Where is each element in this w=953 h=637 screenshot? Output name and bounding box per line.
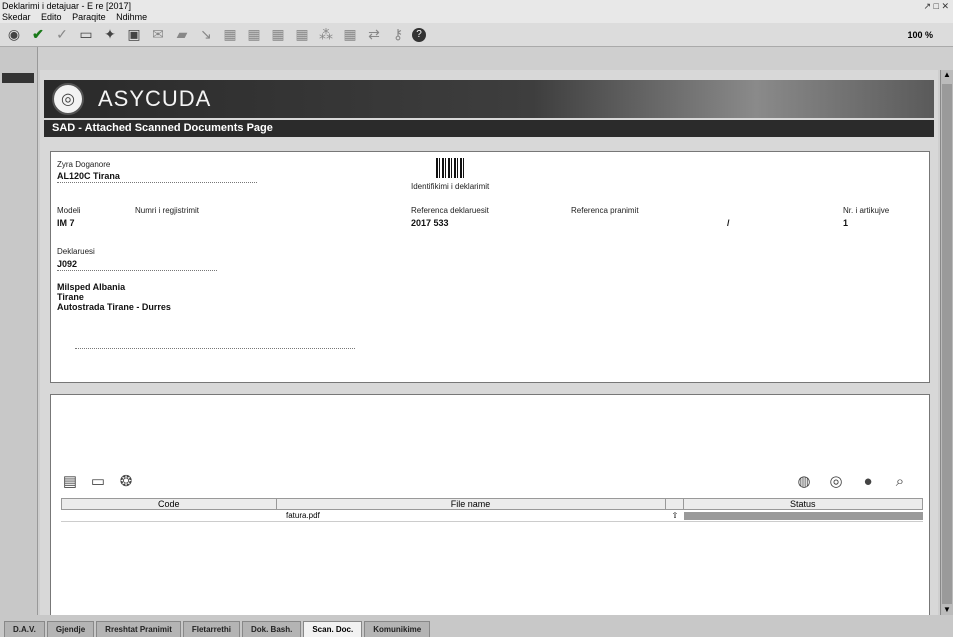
- panel-marker: [2, 73, 34, 83]
- help-icon[interactable]: ?: [412, 27, 426, 42]
- verify-icon[interactable]: ✓: [52, 26, 72, 44]
- declarant-city: Tirane: [57, 292, 84, 302]
- scanned-documents-panel: ▤ ▭ ❂ ◍ ◎ ● ⌕ Code File name Status fatu…: [50, 394, 930, 615]
- grid5-icon[interactable]: ▦: [340, 26, 360, 44]
- items-count-value[interactable]: 1: [843, 218, 848, 228]
- declarant-ref-value[interactable]: 2017 533: [411, 218, 449, 228]
- tab-komunikime[interactable]: Komunikime: [364, 621, 431, 637]
- tab-fletarrethi[interactable]: Fletarrethi: [182, 621, 240, 637]
- new-document-icon[interactable]: ▤: [61, 472, 79, 490]
- open-folder-icon[interactable]: ▭: [89, 472, 107, 490]
- col-attach: [666, 499, 684, 509]
- tab-rreshtat[interactable]: Rreshtat Pranimit: [96, 621, 181, 637]
- un-logo-icon: ◎: [52, 83, 84, 115]
- tab-gjendje[interactable]: Gjendje: [46, 621, 95, 637]
- window-titlebar: Deklarimi i detajuar - E re [2017] ↗ □ ✕: [0, 0, 953, 12]
- office-underline: [57, 182, 257, 183]
- record-icon[interactable]: ●: [859, 473, 877, 490]
- mail-icon[interactable]: ✉: [148, 26, 168, 44]
- declarant-underline: [57, 270, 217, 271]
- network-icon[interactable]: ⁂: [316, 26, 336, 44]
- address-underline: [75, 348, 355, 349]
- declarant-address: Autostrada Tirane - Durres: [57, 302, 171, 312]
- barcode-icon: [436, 158, 464, 178]
- scroll-thumb[interactable]: [942, 84, 952, 604]
- menu-help[interactable]: Ndihme: [116, 12, 147, 22]
- menu-bar: Skedar Edito Paraqite Ndihme: [0, 12, 953, 23]
- declarant-code[interactable]: J092: [57, 259, 77, 269]
- cell-file-name: fatura.pdf: [286, 511, 320, 520]
- zoom-level[interactable]: 100 %: [907, 30, 933, 40]
- grid3-icon[interactable]: ▦: [268, 26, 288, 44]
- tab-scan-doc[interactable]: Scan. Doc.: [303, 621, 363, 637]
- col-code[interactable]: Code: [62, 499, 277, 509]
- form-area: ◎ ASYCUDA SAD - Attached Scanned Documen…: [40, 70, 938, 615]
- window-controls[interactable]: ↗ □ ✕: [923, 0, 953, 12]
- table-header: Code File name Status: [61, 498, 923, 510]
- check-icon[interactable]: ✔: [28, 26, 48, 44]
- col-file-name[interactable]: File name: [277, 499, 666, 509]
- grid4-icon[interactable]: ▦: [292, 26, 312, 44]
- cell-status: [684, 510, 923, 521]
- left-panel: [0, 47, 38, 615]
- eye-icon[interactable]: ◉: [4, 26, 24, 44]
- documents-toolbar: ▤ ▭ ❂ ◍ ◎ ● ⌕: [61, 469, 923, 493]
- office-label: Zyra Doganore: [57, 160, 111, 169]
- page-tabs: D.A.V. Gjendje Rreshtat Pranimit Fletarr…: [0, 615, 953, 637]
- declarant-ref-label: Referenca deklaruesit: [411, 206, 489, 215]
- tools-icon[interactable]: ✦: [100, 26, 120, 44]
- grid-icon[interactable]: ▦: [220, 26, 240, 44]
- model-value[interactable]: IM 7: [57, 218, 75, 228]
- settings-icon[interactable]: ◎: [827, 472, 845, 490]
- scroll-down-icon[interactable]: ▼: [942, 605, 952, 615]
- upload-arrow-icon[interactable]: ⇧: [666, 510, 684, 521]
- brand-name: ASYCUDA: [98, 86, 212, 111]
- window-title: Deklarimi i detajuar - E re [2017]: [2, 1, 132, 11]
- main-toolbar: ◉ ✔ ✓ ▭ ✦ ▣ ✉ ▰ ↘ ▦ ▦ ▦ ▦ ⁂ ▦ ⇄ ⚷ ? 100 …: [0, 23, 953, 47]
- payment-ref-separator: /: [727, 218, 730, 228]
- col-status[interactable]: Status: [684, 499, 922, 509]
- scroll-up-icon[interactable]: ▲: [942, 70, 952, 80]
- globe-icon[interactable]: ◍: [795, 472, 813, 490]
- arrow-icon[interactable]: ↘: [196, 26, 216, 44]
- vertical-scrollbar[interactable]: ▲ ▼: [940, 70, 953, 615]
- search-icon[interactable]: ⌕: [891, 473, 909, 490]
- page-title: SAD - Attached Scanned Documents Page: [44, 120, 934, 137]
- declarant-label: Deklaruesi: [57, 247, 95, 256]
- link-icon[interactable]: ⇄: [364, 26, 384, 44]
- tab-dav[interactable]: D.A.V.: [4, 621, 45, 637]
- asycuda-banner: ◎ ASYCUDA: [44, 80, 934, 118]
- menu-view[interactable]: Paraqite: [72, 12, 106, 22]
- payment-ref-label: Referenca pranimit: [571, 206, 639, 215]
- scan-icon[interactable]: ❂: [117, 472, 135, 490]
- menu-edit[interactable]: Edito: [41, 12, 62, 22]
- truck-icon[interactable]: ▰: [172, 26, 192, 44]
- key-icon[interactable]: ⚷: [388, 26, 408, 44]
- declarant-name: Milsped Albania: [57, 282, 126, 292]
- items-count-label: Nr. i artikujve: [843, 206, 890, 215]
- print-icon[interactable]: ▣: [124, 26, 144, 44]
- cell-code: [61, 510, 276, 521]
- folder-icon[interactable]: ▭: [76, 26, 96, 44]
- declaration-id-label: Identifikimi i deklarimit: [411, 182, 490, 191]
- menu-file[interactable]: Skedar: [2, 12, 31, 22]
- declaration-header: Zyra Doganore AL120C Tirana Identifikimi…: [50, 151, 930, 383]
- registration-label: Numri i regjistrimit: [135, 206, 199, 215]
- office-value[interactable]: AL120C Tirana: [57, 171, 120, 181]
- table-row[interactable]: fatura.pdf ⇧: [61, 510, 923, 522]
- grid2-icon[interactable]: ▦: [244, 26, 264, 44]
- documents-table: Code File name Status fatura.pdf ⇧: [61, 498, 923, 522]
- tab-dok-bash[interactable]: Dok. Bash.: [241, 621, 302, 637]
- model-label: Modeli: [57, 206, 81, 215]
- status-bar: [684, 512, 923, 520]
